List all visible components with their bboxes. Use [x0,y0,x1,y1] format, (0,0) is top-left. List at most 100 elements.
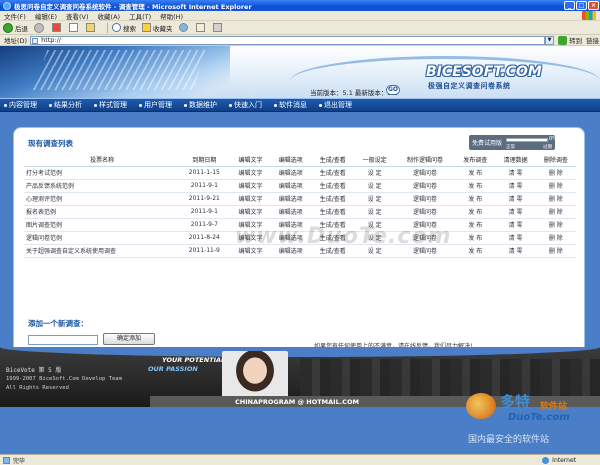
delete-link[interactable]: 删 除 [535,166,576,180]
generate-view-link[interactable]: 生成/查看 [310,205,355,219]
nav-quick-start[interactable]: 快速入门 [229,100,262,110]
settings-link[interactable]: 设 定 [354,192,395,206]
expiry-date: 2011-9-1 [178,179,231,193]
forward-button[interactable] [34,22,46,33]
delete-link[interactable]: 删 除 [535,218,576,232]
expiry-date: 2011-8-24 [178,231,231,245]
watermark-brand: 多特 [500,393,531,411]
home-button[interactable] [86,23,97,32]
publish-link[interactable]: 发 布 [455,205,496,219]
new-survey-input[interactable] [28,335,98,345]
publish-link[interactable]: 发 布 [455,166,496,180]
delete-link[interactable]: 删 除 [535,179,576,193]
address-bar: 地址(D) http:// ▼ 转到 链接 [0,35,600,46]
menu-edit[interactable]: 编辑(E) [35,11,57,21]
edit-text-link[interactable]: 编辑文字 [230,205,271,219]
clear-data-link[interactable]: 清 零 [495,179,536,193]
maximize-button[interactable]: □ [576,1,587,10]
edit-text-link[interactable]: 编辑文字 [230,179,271,193]
edit-options-link[interactable]: 编辑选项 [270,192,311,206]
trial-status-box: 免费试用版 0% 正常 过期 [469,135,557,150]
clear-data-link[interactable]: 清 零 [495,192,536,206]
edit-options-link[interactable]: 编辑选项 [270,179,311,193]
edit-text-link[interactable]: 编辑文字 [230,166,271,180]
confirm-add-button[interactable]: 确定添加 [103,333,155,345]
clear-data-link[interactable]: 清 零 [495,166,536,180]
duote-logo-icon [466,393,496,419]
menu-tools[interactable]: 工具(T) [129,11,151,21]
footer-wave [0,347,600,357]
nav-data-maintenance[interactable]: 数据维护 [184,100,217,110]
menu-favorites[interactable]: 收藏(A) [98,11,121,21]
nav-logout[interactable]: 退出管理 [319,100,352,110]
update-go-button[interactable]: GO [386,85,400,95]
logic-survey-link[interactable]: 逻辑问卷 [394,205,456,219]
delete-link[interactable]: 删 除 [535,231,576,245]
col-header: 生成/查看 [310,153,355,167]
nav-user-manage[interactable]: 用户管理 [139,100,172,110]
generate-view-link[interactable]: 生成/查看 [310,179,355,193]
survey-name: 产品反馈系统范例 [24,179,179,193]
address-dropdown-button[interactable]: ▼ [545,35,555,45]
footer-email[interactable]: CHINAPROGRAM @ HOTMAIL.COM [235,398,359,406]
publish-link[interactable]: 发 布 [455,231,496,245]
minimize-button[interactable]: _ [564,1,575,10]
settings-link[interactable]: 设 定 [354,179,395,193]
delete-link[interactable]: 删 除 [535,244,576,258]
search-button[interactable]: 搜索 [112,23,136,33]
logic-survey-link[interactable]: 逻辑问卷 [394,166,456,180]
nav-software-news[interactable]: 软件消息 [274,100,307,110]
logic-survey-link[interactable]: 逻辑问卷 [394,179,456,193]
forward-arrow-icon [34,22,44,33]
trial-progress-bar [506,138,548,142]
menu-file[interactable]: 文件(F) [4,11,26,21]
generate-view-link[interactable]: 生成/查看 [310,166,355,180]
menu-help[interactable]: 帮助(H) [160,11,183,21]
trial-scale-right: 过期 [543,145,552,150]
logic-survey-link[interactable]: 逻辑问卷 [394,192,456,206]
settings-link[interactable]: 设 定 [354,166,395,180]
footer-product: BiceVote 第 5 版 [6,367,62,374]
nav-content-manage[interactable]: 内容管理 [4,100,37,110]
print-icon [212,23,222,32]
menu-view[interactable]: 查看(V) [66,11,89,21]
watermark-slogan: 国内最安全的软件站 [468,435,550,445]
publish-link[interactable]: 发 布 [455,244,496,258]
clear-data-link[interactable]: 清 零 [495,244,536,258]
back-button[interactable]: 后退 [3,22,28,33]
go-button[interactable]: 转到 [558,35,582,45]
nav-result-analysis[interactable]: 结果分析 [49,100,82,110]
nav-label: 内容管理 [9,101,37,109]
refresh-button[interactable] [69,23,80,32]
close-button[interactable]: × [588,1,599,10]
clear-data-link[interactable]: 清 零 [495,218,536,232]
history-button[interactable] [178,23,190,32]
nav-style-manage[interactable]: 样式管理 [94,100,127,110]
edit-text-link[interactable]: 编辑文字 [230,192,271,206]
bullet-icon [139,103,142,107]
edit-options-link[interactable]: 编辑选项 [270,166,311,180]
favorites-button[interactable]: 收藏夹 [142,23,173,33]
links-button[interactable]: 链接 [586,35,599,45]
settings-link[interactable]: 设 定 [354,205,395,219]
page-icon [32,37,39,44]
print-button[interactable] [212,23,224,32]
stop-button[interactable] [52,23,63,32]
address-input[interactable]: http:// [30,35,546,45]
survey-name: 打分考试范例 [24,166,179,180]
clear-data-link[interactable]: 清 零 [495,231,536,245]
publish-link[interactable]: 发 布 [455,179,496,193]
delete-link[interactable]: 删 除 [535,192,576,206]
main-nav: 内容管理 结果分析 样式管理 用户管理 数据维护 快速入门 软件消息 退出管理 [0,98,600,112]
generate-view-link[interactable]: 生成/查看 [310,192,355,206]
watermark-soft: 软件站 [540,402,568,412]
bullet-icon [49,103,52,107]
mail-button[interactable] [195,23,207,32]
clear-data-link[interactable]: 清 零 [495,205,536,219]
delete-link[interactable]: 删 除 [535,205,576,219]
publish-link[interactable]: 发 布 [455,218,496,232]
edit-options-link[interactable]: 编辑选项 [270,205,311,219]
publish-link[interactable]: 发 布 [455,192,496,206]
address-value: http:// [41,35,61,44]
table-header-row: 投票名称 到期日期 编辑文字 编辑选项 生成/查看 一般设定 制作逻辑问卷 发布… [24,153,576,167]
